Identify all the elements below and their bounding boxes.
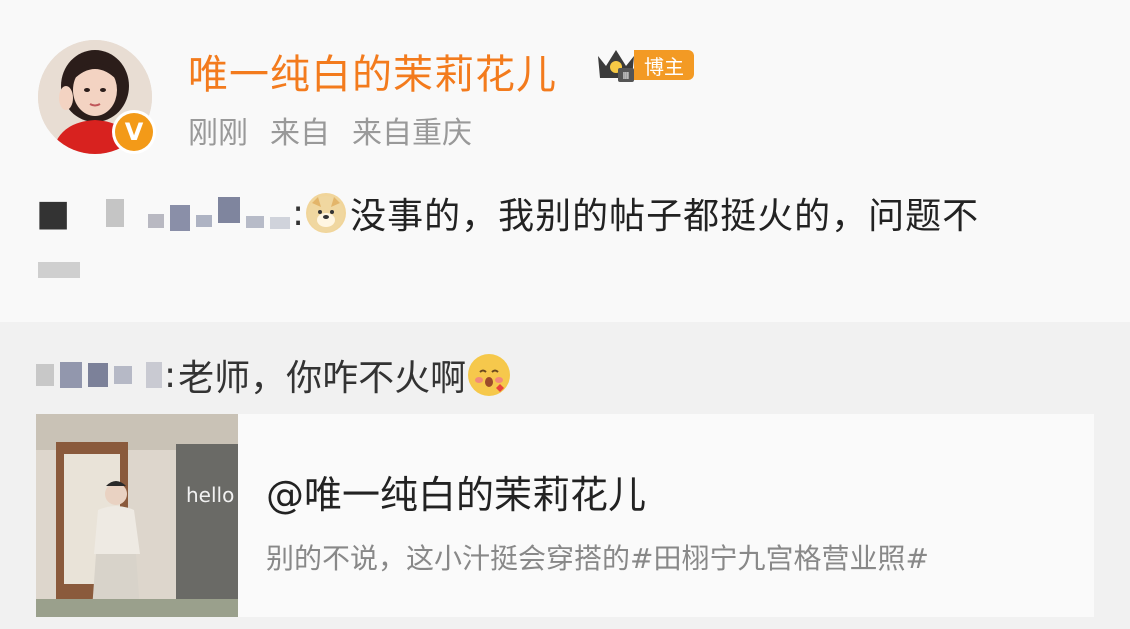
photo-text: hello	[186, 483, 234, 507]
commenter-avatar-glyph: ■	[36, 192, 71, 234]
post-meta: 刚刚 来自 来自重庆	[188, 108, 494, 152]
reply-text: 老师，你咋不火啊	[178, 358, 467, 399]
mosaic-block	[270, 217, 291, 229]
post-source-prefix: 来自	[270, 116, 330, 151]
reply-body: : 老师，你咋不火啊	[36, 350, 511, 400]
doge-emoji-icon	[306, 193, 347, 233]
svg-text:Ⅲ: Ⅲ	[623, 71, 630, 82]
mosaic-block	[146, 362, 162, 388]
comment-colon: :	[292, 192, 305, 234]
crown-icon: Ⅲ	[598, 50, 634, 82]
card-description: 别的不说，这小汁挺会穿搭的#田栩宁九宫格营业照#	[266, 542, 929, 575]
mosaic-block	[60, 362, 82, 388]
weibo-comment-screen: V 唯一纯白的茉莉花儿 Ⅲ 博主 刚刚 来自 来自重庆 ■: 没事的，我别的帖…	[0, 0, 1130, 629]
mosaic-block	[114, 366, 132, 384]
card-thumbnail[interactable]: hello	[36, 414, 238, 617]
post-time: 刚刚	[188, 116, 248, 151]
mosaic-block	[106, 199, 125, 227]
blush-emoji-icon	[468, 354, 511, 396]
mosaic-block	[218, 197, 241, 223]
mosaic-block	[196, 215, 213, 227]
author-name[interactable]: 唯一纯白的茉莉花儿	[188, 42, 557, 100]
mosaic-block	[36, 364, 54, 386]
mosaic-block	[246, 216, 265, 228]
post-header-section: V 唯一纯白的茉莉花儿 Ⅲ 博主 刚刚 来自 来自重庆 ■: 没事的，我别的帖…	[0, 0, 1130, 322]
verified-badge-icon: V	[112, 110, 156, 154]
comment-body: ■ : 没事的，我别的帖子都挺火的，问题不	[36, 188, 979, 238]
blogger-badge: Ⅲ 博主	[594, 46, 694, 84]
blogger-tag: 博主	[634, 50, 694, 80]
mosaic-block	[148, 214, 165, 228]
post-source: 来自重庆	[352, 116, 472, 151]
comment-text: 没事的，我别的帖子都挺火的，问题不	[350, 196, 980, 237]
card-title[interactable]: @唯一纯白的茉莉花儿	[266, 464, 1094, 519]
quoted-post-card[interactable]: hello @唯一纯白的茉莉花儿 别的不说，这小汁挺会穿搭的#田栩宁九宫格营业照…	[36, 414, 1094, 617]
replier-name-mosaic[interactable]	[36, 362, 162, 388]
mosaic-block	[88, 363, 108, 387]
card-body: @唯一纯白的茉莉花儿 别的不说，这小汁挺会穿搭的#田栩宁九宫格营业照#	[238, 414, 1094, 617]
reply-colon: :	[164, 354, 177, 396]
commenter-name-mosaic[interactable]: ■	[36, 192, 291, 234]
overflow-mosaic	[38, 262, 80, 278]
mosaic-block	[170, 205, 191, 231]
